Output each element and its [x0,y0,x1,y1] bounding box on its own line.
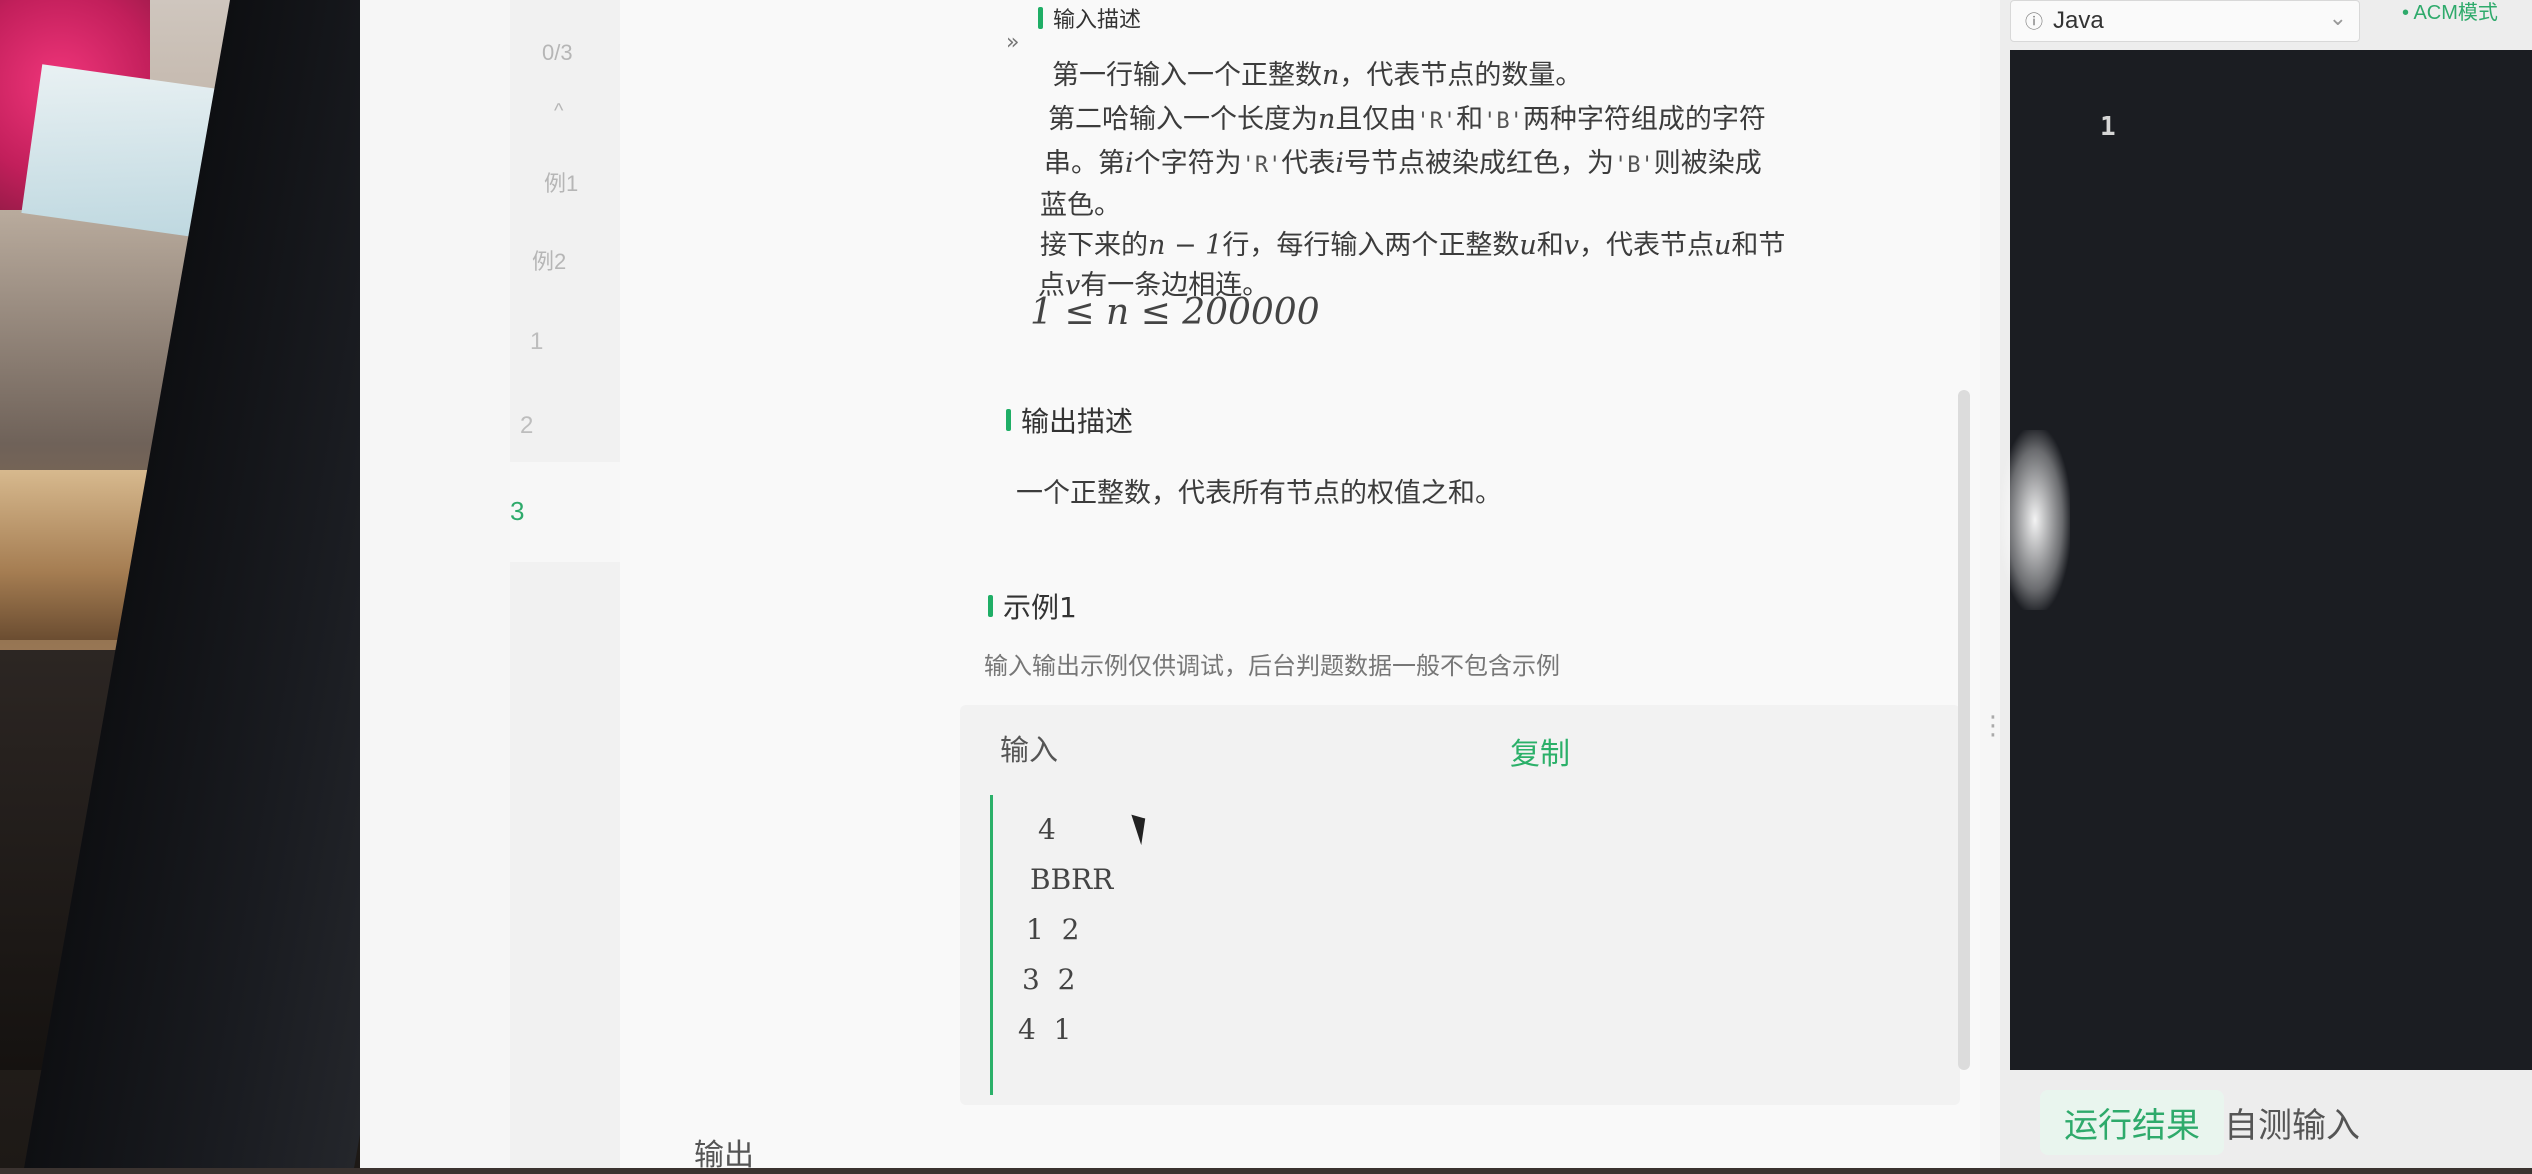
math-var: u [1519,230,1537,261]
tab-custom-input[interactable]: 自测输入 [2200,1090,2384,1155]
code-literal: 'B' [1483,109,1523,134]
progress-counter: 0/3 [542,40,573,65]
example-line: 4 [1038,813,1056,846]
text: 且仅由 [1335,104,1417,135]
screen: 0/3 ^ 例1 例2 1 2 3 » 输入描述 第一行输入一个正整数n，代表节… [360,0,2532,1173]
input-heading-text: 输入描述 [1053,8,1142,33]
text: 和 [1536,230,1564,261]
input-line-1: 第一行输入一个正整数n，代表节点的数量。 [1052,52,1582,100]
example-line: 3 2 [1022,963,1076,996]
text: 和节 [1731,230,1786,261]
text: 行，每行输入两个正整数 [1222,230,1520,261]
code-literal: 'B' [1614,153,1654,178]
acm-mode-label: • ACM模式 [2402,2,2498,24]
problem-scrollbar[interactable] [1958,390,1970,1070]
text: 两种字符组成的字符 [1522,104,1766,135]
example-input-box: 输入 复制 4 BBRR 1 2 3 2 4 1 [960,705,1960,1105]
input-heading: 输入描述 [1038,2,1141,34]
example-line: BBRR [1030,863,1114,896]
code-editor[interactable]: 1 [2000,50,2532,1070]
code-literal: 'R' [1416,109,1457,134]
example-heading-text: 示例1 [1003,591,1077,624]
example-heading: 示例1 [988,586,1077,626]
rail-example-1[interactable]: 例1 [544,166,578,198]
heading-bar-icon [988,595,993,617]
rail-active-highlight [510,462,620,562]
example-input-lines: 4 BBRR 1 2 3 2 4 1 [990,805,1113,1055]
text: 第一行输入一个正整数 [1052,60,1322,91]
text: 接下来的 [1040,230,1148,261]
screen-glare [2000,430,2070,610]
text: 则被染成 [1653,148,1762,179]
math-var: i [1125,148,1134,179]
input-line-2: 第二哈输入一个长度为n且仅由'R'和'B'两种字符组成的字符 [1048,96,1766,146]
math-var: v [1563,230,1580,261]
text: 第二哈输入一个长度为 [1048,104,1318,135]
heading-bar-icon [1006,409,1011,431]
language-value: Java [2053,7,2104,34]
tab-run-result[interactable]: 运行结果 [2040,1090,2224,1155]
result-tabs: 运行结果 自测输入 [2000,1080,2532,1168]
example-output-label: 输出 [694,1138,754,1173]
output-description: 一个正整数，代表所有节点的权值之和。 [1016,478,1502,509]
rail-line-2: 2 [520,412,534,439]
text: 号节点被染成红色，为 [1344,148,1615,179]
math-var: u [1714,230,1732,261]
language-select[interactable]: ⓘ Java ⌄ [2010,0,2360,42]
editor-panel: ⓘ Java ⌄ • ACM模式 1 运行结果 自测输入 [2000,0,2532,1168]
text: ，代表节点 [1579,230,1715,261]
math-var: n [1318,104,1336,135]
text: 串。第 [1044,148,1125,179]
input-line-3: 串。第i个字符为'R'代表i号节点被染成红色，为'B'则被染成 [1044,140,1762,190]
rail-example-2[interactable]: 例2 [532,244,566,276]
copy-button[interactable]: 复制 [1510,729,1570,773]
example-line: 1 2 [1026,913,1080,946]
math-var: i [1335,148,1345,179]
math-var: n − 1 [1148,230,1223,261]
problem-panel: » 输入描述 第一行输入一个正整数n，代表节点的数量。 第二哈输入一个长度为n且… [620,0,2006,1173]
output-heading: 输出描述 [1006,400,1133,440]
text: 个字符为 [1133,148,1242,179]
collapse-icon[interactable]: » [1006,30,1019,55]
text: 和 [1456,104,1484,135]
rail-line-1: 1 [530,328,544,355]
left-rail: 0/3 ^ 例1 例2 1 2 3 [510,0,621,1168]
heading-bar-icon [1038,7,1043,29]
chevron-down-icon: ⌄ [2328,5,2347,30]
constraint-formula: 1 ≤ n ≤ 200000 [1030,292,1320,333]
example-hint: 输入输出示例仅供调试，后台判题数据一般不包含示例 [984,652,1560,680]
example-input-label: 输入 [1000,733,1059,767]
info-icon: ⓘ [2025,12,2043,32]
example-line: 4 1 [1018,1013,1072,1046]
text: 代表 [1281,148,1336,179]
line-number: 1 [2100,112,2116,142]
text: ，代表节点的数量。 [1339,60,1583,91]
output-heading-text: 输出描述 [1021,405,1134,438]
code-literal: 'R' [1241,153,1282,178]
math-var: n [1322,60,1340,91]
chevron-up-icon[interactable]: ^ [554,100,563,123]
rail-line-3: 3 [510,496,525,526]
